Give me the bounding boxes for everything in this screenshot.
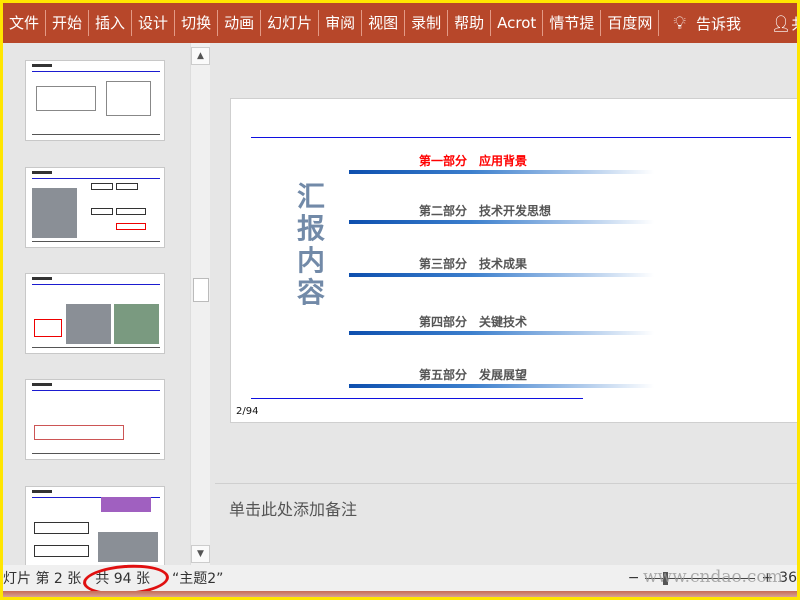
slide-thumbnail[interactable] bbox=[25, 379, 165, 460]
share-button[interactable]: 共享 bbox=[791, 13, 797, 34]
scrollbar-thumb[interactable] bbox=[193, 278, 209, 302]
gradient-bar bbox=[349, 384, 654, 388]
page-number: 2/94 bbox=[236, 406, 259, 417]
tab-view[interactable]: 视图 bbox=[362, 10, 406, 36]
gradient-bar bbox=[349, 273, 654, 277]
tab-animations[interactable]: 动画 bbox=[218, 10, 262, 36]
tab-baidu[interactable]: 百度网 bbox=[601, 10, 660, 36]
gradient-bar bbox=[349, 220, 654, 224]
tab-record[interactable]: 录制 bbox=[405, 10, 449, 36]
share-icon[interactable]: 👤︎ bbox=[771, 14, 791, 33]
gradient-bar bbox=[349, 331, 654, 335]
window-bottom-edge bbox=[3, 591, 797, 597]
tab-acrobat[interactable]: Acrot bbox=[491, 10, 544, 36]
tab-review[interactable]: 审阅 bbox=[319, 10, 363, 36]
header-line bbox=[251, 137, 791, 138]
theme-name: “主题2” bbox=[171, 571, 224, 587]
tab-insert[interactable]: 插入 bbox=[89, 10, 133, 36]
slide-thumbnail[interactable] bbox=[25, 273, 165, 354]
notes-placeholder[interactable]: 单击此处添加备注 bbox=[229, 496, 357, 520]
slide-counter: 灯片 第 2 张， bbox=[3, 571, 96, 587]
slide-thumbnail[interactable] bbox=[25, 167, 165, 248]
notes-pane[interactable]: 单击此处添加备注 bbox=[215, 483, 797, 565]
watermark-text: www.cndao.com bbox=[643, 567, 783, 587]
status-bar: 灯片 第 2 张， 共 94 张 “主题2” − + 36 www.cndao.… bbox=[3, 562, 797, 597]
tab-slideshow[interactable]: 幻灯片 bbox=[261, 10, 320, 36]
slide-thumbnail[interactable] bbox=[25, 60, 165, 141]
footer-line bbox=[251, 398, 583, 399]
zoom-out-button[interactable]: − bbox=[628, 570, 640, 586]
slide-canvas[interactable]: 汇报内容 第一部分 应用背景 第二部分 技术开发思想 第三部分 技术成果 第四部… bbox=[230, 98, 797, 423]
gradient-bar bbox=[349, 170, 654, 174]
tab-file[interactable]: 文件 bbox=[3, 10, 47, 36]
scroll-up-button[interactable]: ▲ bbox=[191, 47, 210, 65]
tab-home[interactable]: 开始 bbox=[46, 10, 90, 36]
slide-title: 汇报内容 bbox=[296, 180, 325, 309]
scroll-down-button[interactable]: ▼ bbox=[191, 545, 210, 563]
tell-me-button[interactable]: 告诉我 bbox=[696, 13, 771, 34]
tab-help[interactable]: 帮助 bbox=[448, 10, 492, 36]
tab-storyboard[interactable]: 情节提 bbox=[543, 10, 602, 36]
powerpoint-window: 文件 开始 插入 设计 切换 动画 幻灯片 审阅 视图 录制 帮助 Acrot … bbox=[3, 3, 797, 597]
slide-thumbnail-panel: ▲ ▼ bbox=[3, 43, 213, 567]
slide-thumbnail[interactable] bbox=[25, 486, 165, 567]
lightbulb-icon[interactable]: 💡︎ bbox=[659, 13, 696, 34]
tab-design[interactable]: 设计 bbox=[132, 10, 176, 36]
ribbon-tabs: 文件 开始 插入 设计 切换 动画 幻灯片 审阅 视图 录制 帮助 Acrot … bbox=[3, 3, 797, 43]
thumbnail-scrollbar[interactable]: ▲ ▼ bbox=[190, 43, 210, 565]
tab-transitions[interactable]: 切换 bbox=[175, 10, 219, 36]
